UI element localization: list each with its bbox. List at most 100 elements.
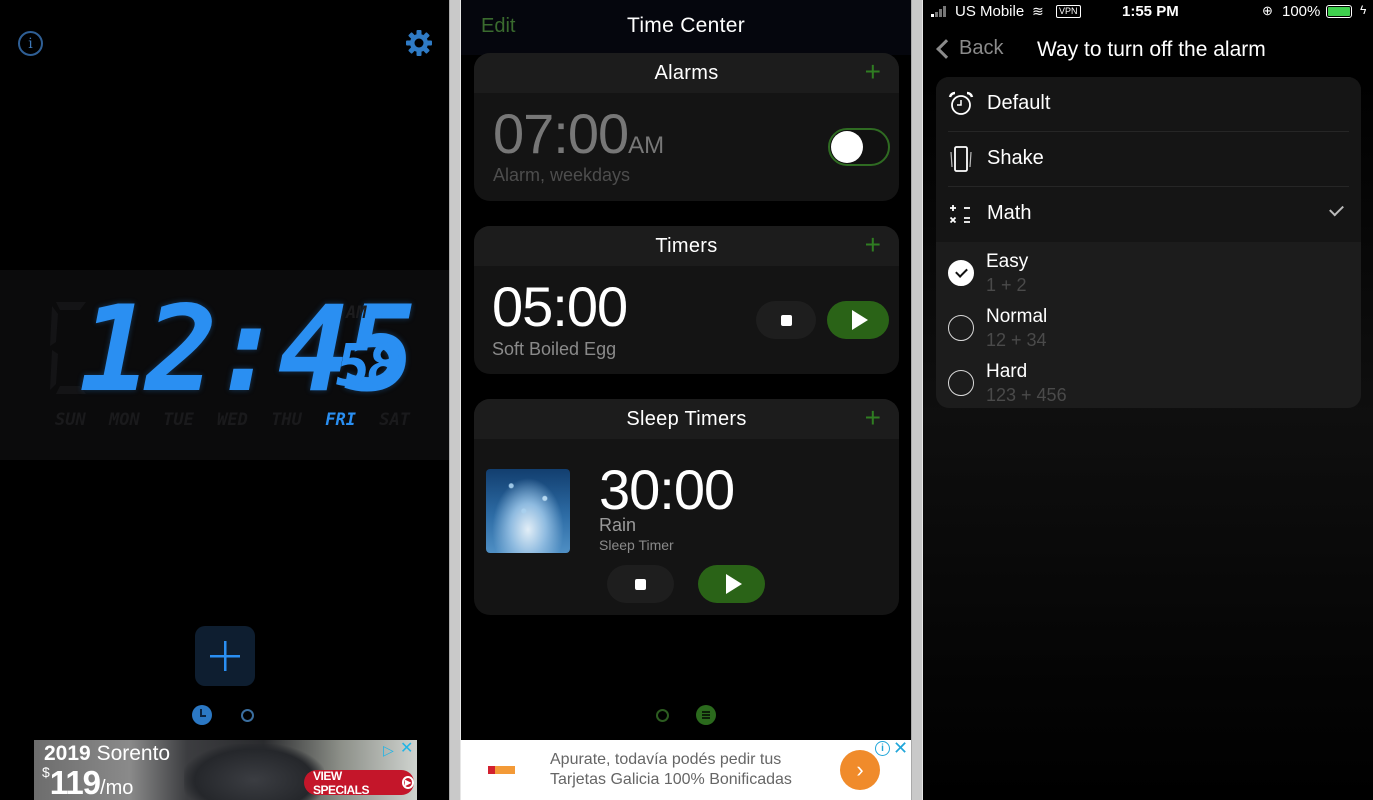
info-icon: i bbox=[28, 35, 33, 52]
add-alarm-button[interactable] bbox=[195, 626, 255, 686]
close-ad-icon[interactable]: ✕ bbox=[400, 741, 416, 757]
view-specials-button[interactable]: VIEW SPECIALS ▶ bbox=[304, 768, 414, 797]
weekday-mon: MON bbox=[109, 410, 140, 430]
option-label: Default bbox=[987, 92, 1051, 114]
list-page-icon[interactable] bbox=[696, 705, 716, 725]
page-indicator bbox=[192, 705, 262, 725]
difficulty-example: 123 + 456 bbox=[986, 385, 1067, 405]
timers-card: Timers + 05:00 Soft Boiled Egg bbox=[474, 226, 899, 374]
add-timer-icon[interactable]: + bbox=[865, 231, 881, 259]
wifi-icon: ≋ bbox=[1032, 3, 1044, 19]
chevron-right-icon: › bbox=[856, 757, 864, 782]
weekday-sun: SUN bbox=[55, 410, 86, 430]
back-button[interactable]: Back bbox=[933, 37, 1003, 60]
charging-icon: ϟ bbox=[1360, 3, 1367, 17]
difficulty-name: Hard bbox=[986, 361, 1028, 382]
ad-cta-label: VIEW SPECIALS bbox=[313, 768, 370, 797]
alarm-clock-icon bbox=[948, 91, 974, 115]
settings-button[interactable] bbox=[404, 28, 434, 58]
sleep-play-button[interactable] bbox=[698, 565, 765, 603]
math-operators-icon bbox=[949, 205, 970, 224]
phone-shake-icon bbox=[950, 146, 972, 172]
panel-divider bbox=[911, 0, 923, 800]
timer-page-icon[interactable] bbox=[241, 709, 254, 722]
difficulty-name: Normal bbox=[986, 306, 1048, 327]
radio-icon[interactable] bbox=[948, 370, 974, 396]
weekday-tue: TUE bbox=[163, 410, 194, 430]
timer-stop-button[interactable] bbox=[756, 301, 816, 339]
weekday-fri: FRI bbox=[325, 410, 356, 430]
ad-info-icon[interactable]: i bbox=[875, 741, 890, 756]
banner-ad[interactable]: 2019 Sorento $119/mo VIEW SPECIALS ▶ ▷ ✕ bbox=[34, 740, 417, 800]
option-shake[interactable]: Shake bbox=[936, 132, 1361, 187]
ad-amount: 119 bbox=[49, 764, 101, 800]
sleep-sound-name: Rain bbox=[599, 515, 637, 535]
alarm-label: Alarm, weekdays bbox=[493, 165, 631, 185]
status-bar: US Mobile ≋ VPN 1:55 PM ⊕ 100% ϟ bbox=[923, 0, 1373, 24]
vpn-badge: VPN bbox=[1056, 5, 1081, 18]
clock-screen: i 12:45 AM PM 58 SUN MON TUE WED THU FRI… bbox=[0, 0, 449, 800]
alarm-meridiem: AM bbox=[628, 132, 665, 159]
carrier-name: US Mobile bbox=[955, 3, 1025, 20]
difficulty-easy[interactable]: Easy 1 + 2 bbox=[936, 244, 1361, 299]
option-label: Math bbox=[987, 202, 1032, 224]
add-sleep-timer-icon[interactable]: + bbox=[865, 404, 881, 432]
difficulty-example: 1 + 2 bbox=[986, 275, 1027, 295]
difficulty-normal[interactable]: Normal 12 + 34 bbox=[936, 299, 1361, 354]
clock-seconds: 58 bbox=[336, 331, 402, 399]
ad-price: $119/mo bbox=[42, 764, 133, 800]
page-title: Way to turn off the alarm bbox=[1037, 38, 1266, 61]
difficulty-hard[interactable]: Hard 123 + 456 bbox=[936, 354, 1361, 408]
am-indicator: AM bbox=[346, 303, 367, 323]
back-label: Back bbox=[959, 37, 1004, 59]
sleep-timer-label: Sleep Timer bbox=[599, 537, 674, 553]
timers-title: Timers bbox=[655, 235, 718, 257]
alarm-off-method-screen: US Mobile ≋ VPN 1:55 PM ⊕ 100% ϟ Back Wa… bbox=[923, 0, 1373, 800]
ad-model: Sorento bbox=[96, 742, 171, 765]
option-default[interactable]: Default bbox=[936, 77, 1361, 132]
timer-time: 05:00 bbox=[492, 275, 628, 338]
ad-car-image bbox=[184, 744, 324, 800]
weekday-sat: SAT bbox=[379, 410, 410, 430]
add-alarm-icon[interactable]: + bbox=[865, 58, 881, 86]
panel-divider bbox=[449, 0, 461, 800]
ad-year: 2019 bbox=[44, 742, 91, 765]
difficulty-name: Easy bbox=[986, 251, 1029, 272]
alarm-toggle[interactable] bbox=[828, 128, 890, 166]
plus-icon bbox=[210, 641, 240, 671]
sleep-timers-card: Sleep Timers + 30:00 Rain Sleep Timer bbox=[474, 399, 899, 615]
alarms-card: Alarms + 07:00AM Alarm, weekdays bbox=[474, 53, 899, 201]
sleep-timers-header: Sleep Timers + bbox=[474, 399, 899, 439]
page-indicator bbox=[656, 705, 716, 725]
clock-page-icon[interactable] bbox=[192, 705, 212, 725]
sleep-timers-title: Sleep Timers bbox=[626, 408, 747, 430]
method-list: Default Shake Math Easy 1 + 2 Normal 12 … bbox=[936, 77, 1361, 408]
radio-selected-icon[interactable] bbox=[948, 260, 974, 286]
gear-icon bbox=[406, 30, 432, 56]
chevron-left-icon bbox=[936, 38, 956, 59]
option-math[interactable]: Math bbox=[936, 187, 1361, 242]
option-label: Shake bbox=[987, 147, 1044, 169]
weekday-thu: THU bbox=[271, 410, 302, 430]
radio-icon[interactable] bbox=[948, 315, 974, 341]
sleep-stop-button[interactable] bbox=[607, 565, 674, 603]
weekday-wed: WED bbox=[217, 410, 248, 430]
sleep-timer-time: 30:00 bbox=[599, 458, 735, 521]
ad-line-2: Tarjetas Galicia 100% Bonificadas bbox=[550, 771, 792, 788]
page-title: Time Center bbox=[626, 14, 746, 37]
rain-thumbnail bbox=[486, 469, 570, 553]
info-button[interactable]: i bbox=[18, 31, 43, 56]
alarms-header: Alarms + bbox=[474, 53, 899, 93]
clock-page-icon[interactable] bbox=[656, 709, 669, 722]
adchoices-icon[interactable]: ▷ bbox=[383, 742, 399, 758]
rotation-lock-icon: ⊕ bbox=[1262, 3, 1273, 18]
timer-play-button[interactable] bbox=[827, 301, 889, 339]
ad-text: Apurate, todavía podés pedir tus Tarjeta… bbox=[550, 750, 792, 790]
ad-line-1: Apurate, todavía podés pedir tus bbox=[550, 751, 782, 768]
timers-header: Timers + bbox=[474, 226, 899, 266]
banner-ad[interactable]: Apurate, todavía podés pedir tus Tarjeta… bbox=[461, 738, 911, 800]
ad-go-button[interactable]: › bbox=[840, 750, 880, 790]
arrow-right-icon: ▶ bbox=[401, 776, 414, 789]
galicia-logo bbox=[488, 766, 515, 774]
close-ad-icon[interactable]: ✕ bbox=[893, 738, 908, 759]
